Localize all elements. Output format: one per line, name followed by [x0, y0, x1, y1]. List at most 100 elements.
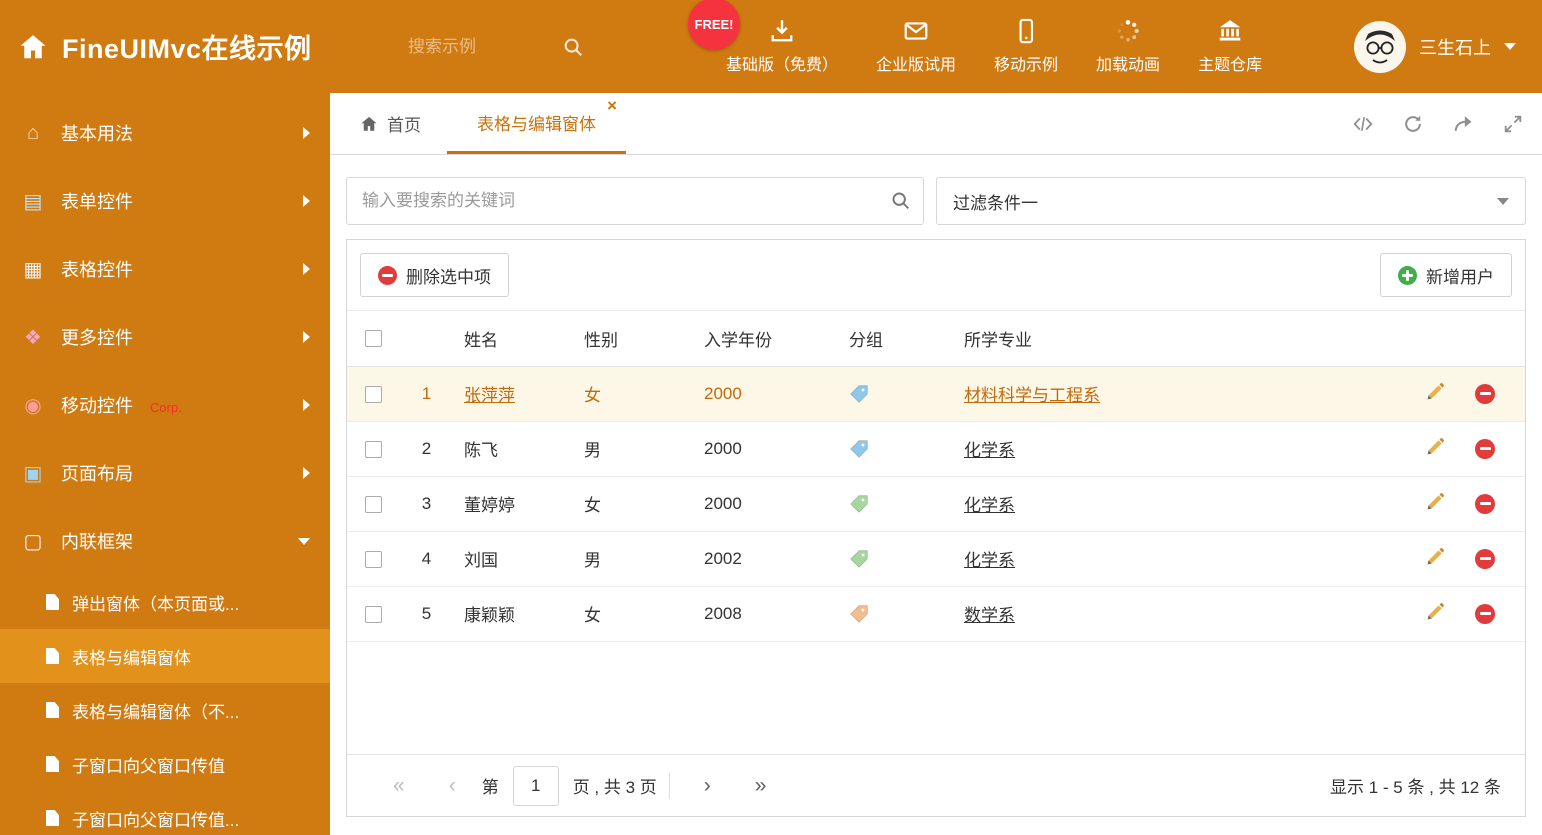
header-name: 姓名: [454, 311, 574, 367]
tab-home[interactable]: 首页: [348, 93, 433, 154]
delete-icon[interactable]: [1475, 603, 1495, 624]
app-title: FineUIMvc在线示例: [62, 34, 312, 64]
delete-icon[interactable]: [1475, 493, 1495, 514]
student-name: 康颖颖: [464, 606, 515, 625]
search-icon[interactable]: [890, 190, 911, 211]
last-page-button[interactable]: »: [733, 774, 789, 798]
delete-icon[interactable]: [1475, 383, 1495, 404]
page-number-input[interactable]: [512, 765, 559, 806]
topbar: FineUIMvc在线示例 FREE! 基础版（免费） 企业版试用 移动示例: [0, 0, 1542, 93]
sidebar-item-grid-controls[interactable]: ▦ 表格控件: [0, 235, 330, 303]
download-icon: [771, 20, 793, 42]
first-page-button[interactable]: «: [371, 774, 427, 798]
header-year: 入学年份: [694, 311, 839, 367]
source-code-icon[interactable]: [1352, 113, 1374, 135]
major-link[interactable]: 数学系: [964, 606, 1015, 625]
row-checkbox[interactable]: [364, 495, 382, 513]
filter-dropdown[interactable]: 过滤条件一: [936, 177, 1526, 225]
sidebar-subitem-label: 表格与编辑窗体（不...: [72, 702, 240, 722]
next-page-button[interactable]: ›: [682, 774, 733, 798]
table-row[interactable]: 4 刘国 男 2002 化学系: [347, 531, 1525, 587]
file-icon: [46, 594, 59, 610]
plus-icon: [1398, 265, 1417, 285]
header-actions: [1407, 311, 1525, 367]
sidebar-subitem-label: 弹出窗体（本页面或...: [72, 594, 240, 614]
student-gender: 男: [574, 421, 694, 477]
file-icon: [46, 810, 59, 826]
sidebar-item-form-controls[interactable]: ▤ 表单控件: [0, 167, 330, 235]
sidebar-subitem-popup-window[interactable]: 弹出窗体（本页面或...: [0, 575, 330, 629]
sidebar-item-more-controls[interactable]: ❖ 更多控件: [0, 303, 330, 371]
top-search-input[interactable]: [408, 36, 548, 57]
edit-icon[interactable]: [1425, 436, 1446, 462]
nav-item-theme-store[interactable]: 主题仓库: [1198, 18, 1262, 75]
form-icon: ▤: [23, 190, 43, 213]
chevron-down-icon: [1504, 43, 1516, 50]
row-checkbox[interactable]: [364, 385, 382, 403]
expand-icon[interactable]: [1502, 113, 1524, 135]
nav-item-mobile-demo[interactable]: 移动示例: [994, 18, 1058, 75]
top-search: [408, 36, 608, 58]
sidebar-subitem-grid-edit-window[interactable]: 表格与编辑窗体: [0, 629, 330, 683]
close-icon[interactable]: ×: [607, 97, 617, 114]
table-row[interactable]: 1 张萍萍 女 2000 材料科学与工程系: [347, 366, 1525, 422]
header-major: 所学专业: [954, 311, 1407, 367]
widgets-icon: ❖: [24, 326, 42, 349]
sidebar-item-label: 页面布局: [61, 464, 133, 484]
major-link[interactable]: 材料科学与工程系: [964, 386, 1100, 405]
major-link[interactable]: 化学系: [964, 441, 1015, 460]
sidebar-item-mobile-controls[interactable]: ◉ 移动控件 Corp.: [0, 371, 330, 439]
delete-selected-button[interactable]: 删除选中项: [360, 253, 509, 297]
edit-icon[interactable]: [1425, 546, 1446, 572]
share-icon[interactable]: [1452, 113, 1474, 135]
major-link[interactable]: 化学系: [964, 551, 1015, 570]
sidebar-subitem-label: 子窗口向父窗口传值...: [72, 810, 240, 830]
delete-icon[interactable]: [1475, 548, 1495, 569]
tag-icon: [850, 495, 868, 513]
tab-label: 首页: [387, 116, 421, 135]
keyword-search-input[interactable]: [346, 177, 924, 225]
sidebar-item-basic-usage[interactable]: ⌂ 基本用法: [0, 99, 330, 167]
frame-icon: ▢: [23, 530, 43, 553]
edit-icon[interactable]: [1425, 491, 1446, 517]
sidebar-item-iframe[interactable]: ▢ 内联框架: [0, 507, 330, 575]
user-menu[interactable]: 三生石上: [1354, 20, 1516, 73]
app-root: FineUIMvc在线示例 FREE! 基础版（免费） 企业版试用 移动示例: [0, 0, 1542, 835]
divider: [668, 772, 670, 799]
tab-grid-edit-window[interactable]: 表格与编辑窗体 ×: [447, 93, 626, 154]
refresh-icon[interactable]: [1402, 113, 1424, 135]
nav-label: 企业版试用: [876, 57, 957, 74]
content: 过滤条件一 删除选中项 新增用户: [330, 155, 1542, 835]
row-checkbox[interactable]: [364, 550, 382, 568]
sidebar-subitem-child-to-parent-2[interactable]: 子窗口向父窗口传值...: [0, 791, 330, 835]
brand[interactable]: FineUIMvc在线示例: [0, 27, 408, 66]
search-icon[interactable]: [562, 36, 584, 58]
edit-icon[interactable]: [1425, 601, 1446, 627]
sidebar-item-page-layout[interactable]: ▣ 页面布局: [0, 439, 330, 507]
row-checkbox[interactable]: [364, 440, 382, 458]
envelope-icon: [904, 22, 928, 40]
sidebar-subitem-grid-edit-window-2[interactable]: 表格与编辑窗体（不...: [0, 683, 330, 737]
add-user-label: 新增用户: [1426, 267, 1494, 287]
row-checkbox[interactable]: [364, 605, 382, 623]
table-row[interactable]: 5 康颖颖 女 2008 数学系: [347, 586, 1525, 642]
delete-icon[interactable]: [1475, 438, 1495, 459]
sidebar-subitem-child-to-parent[interactable]: 子窗口向父窗口传值: [0, 737, 330, 791]
student-name: 刘国: [464, 551, 498, 570]
sidebar: ⌂ 基本用法 ▤ 表单控件 ▦ 表格控件 ❖ 更多控件 ◉ 移动控件 Corp.…: [0, 93, 330, 835]
prev-page-button[interactable]: ‹: [427, 774, 478, 798]
table-row[interactable]: 2 陈飞 男 2000 化学系: [347, 421, 1525, 477]
header-gender: 性别: [574, 311, 694, 367]
nav-item-enterprise-trial[interactable]: 企业版试用: [876, 18, 956, 75]
table-header-row: 姓名 性别 入学年份 分组 所学专业: [347, 311, 1525, 367]
select-all-checkbox[interactable]: [364, 330, 382, 348]
nav-item-loading-animation[interactable]: 加载动画: [1096, 18, 1160, 75]
free-badge: FREE!: [688, 0, 740, 50]
table-row[interactable]: 3 董婷婷 女 2000 化学系: [347, 476, 1525, 532]
edit-icon[interactable]: [1425, 381, 1446, 407]
add-user-button[interactable]: 新增用户: [1380, 253, 1512, 297]
major-link[interactable]: 化学系: [964, 496, 1015, 515]
nav-item-basic-edition[interactable]: 基础版（免费）: [726, 18, 838, 75]
sidebar-item-label: 移动控件: [61, 396, 133, 416]
header-group: 分组: [839, 311, 954, 367]
